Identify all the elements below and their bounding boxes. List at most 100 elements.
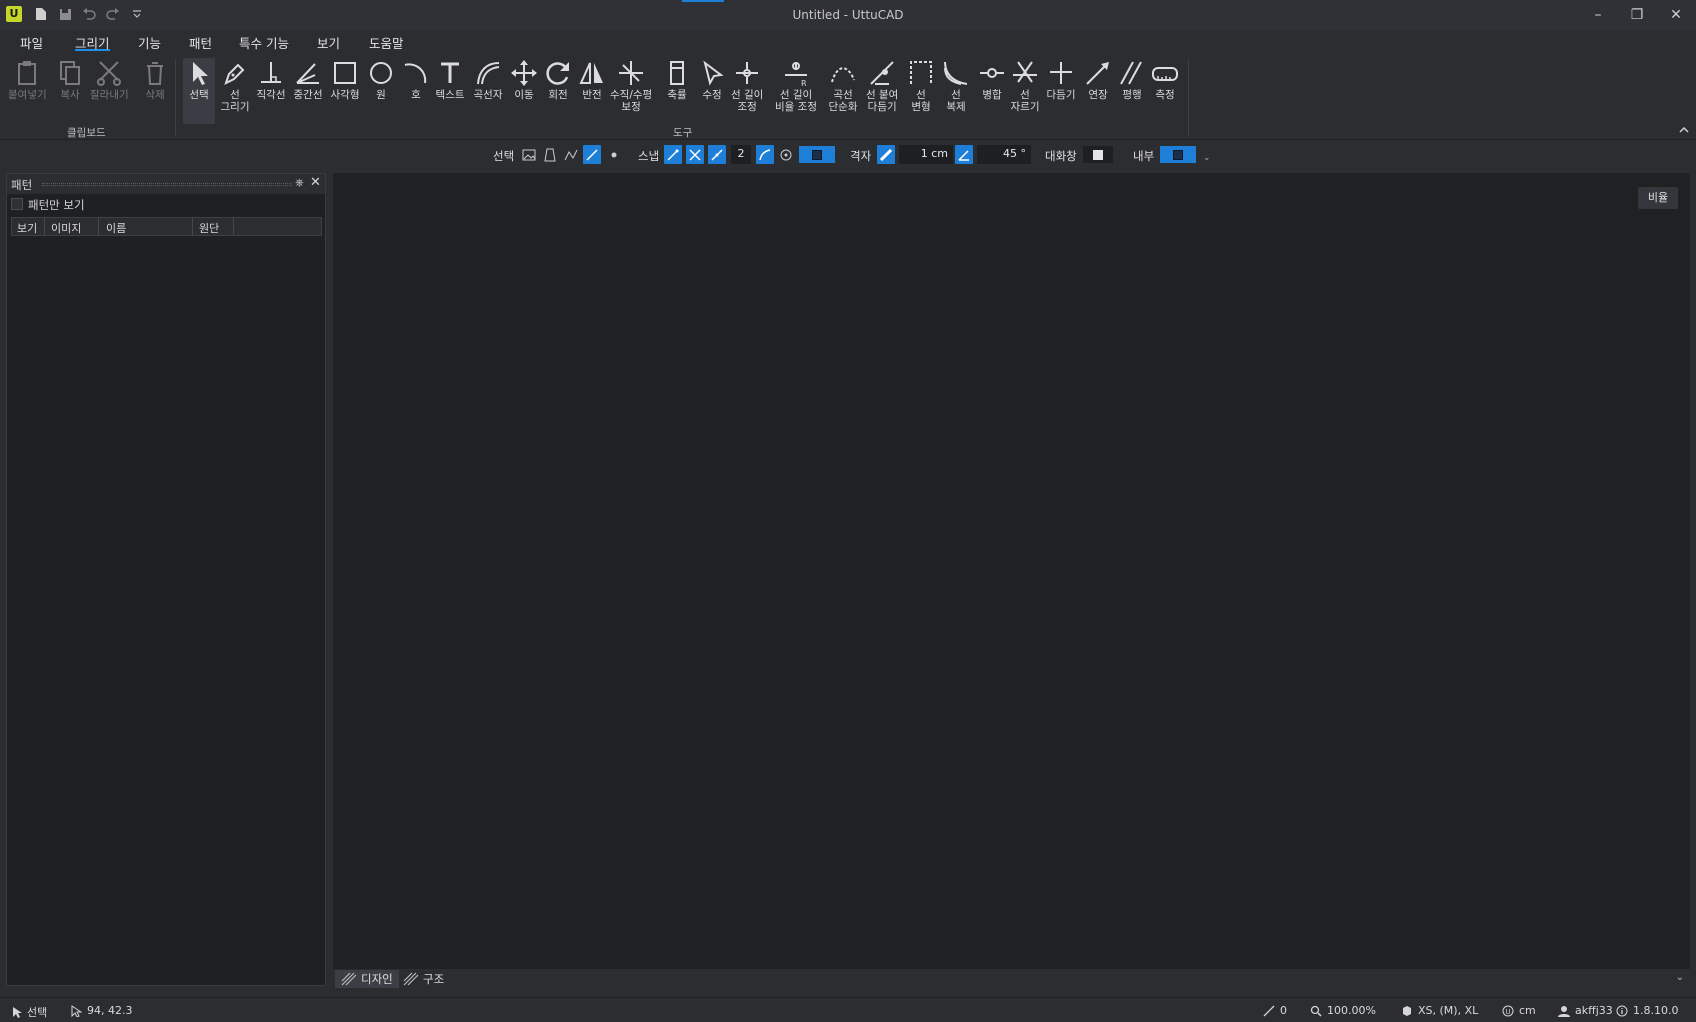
pointer-icon: [13, 1007, 22, 1018]
col-view[interactable]: 보기: [17, 220, 37, 236]
snap-divide-toggle[interactable]: [708, 145, 726, 164]
modify-button[interactable]: 수정: [697, 58, 727, 101]
cut-label: 잘라내기: [90, 89, 129, 101]
menu-pattern[interactable]: 패턴: [189, 33, 212, 51]
rectangle-button[interactable]: 사각형: [330, 58, 360, 101]
select-tool-button[interactable]: 선택: [183, 58, 215, 124]
curve-simplify-button[interactable]: 곡선 단순화: [828, 58, 858, 113]
circle-button[interactable]: 원: [366, 58, 396, 101]
col-divider[interactable]: [44, 218, 45, 235]
text-label: 텍스트: [435, 89, 465, 101]
move-arrows-icon: [511, 60, 537, 86]
menu-draw[interactable]: 그리기: [75, 33, 110, 51]
menu-file[interactable]: 파일: [20, 33, 43, 51]
restore-button[interactable]: ❐: [1617, 0, 1657, 30]
line-length-ratio-button[interactable]: R 선 길이 비율 조정: [775, 58, 817, 113]
move-button[interactable]: 이동: [509, 58, 539, 101]
line-copy-button[interactable]: 선 복제: [941, 58, 971, 113]
line-transform-label: 선 변형: [911, 89, 931, 113]
grid-size-field[interactable]: 1 cm: [899, 145, 953, 164]
angle-field[interactable]: 45 °: [977, 145, 1031, 164]
tape-measure-icon: [1152, 67, 1178, 81]
line-attach-button[interactable]: 선 붙여 다듬기: [866, 58, 898, 113]
pin-icon[interactable]: ⎈: [295, 176, 304, 190]
redo-icon[interactable]: [104, 5, 122, 23]
rotate-button[interactable]: 회전: [543, 58, 573, 101]
status-zoom-value: 100.00%: [1327, 1004, 1376, 1017]
measure-button[interactable]: 측정: [1150, 58, 1180, 101]
line-select-toggle[interactable]: [583, 145, 601, 164]
perpendicular-button[interactable]: 직각선: [256, 58, 286, 101]
vh-correct-button[interactable]: 수직/수평 보정: [610, 58, 652, 113]
design-canvas[interactable]: 비율: [333, 173, 1690, 969]
shrink-button[interactable]: 축률: [662, 58, 692, 101]
col-fabric[interactable]: 원단: [199, 220, 219, 236]
point-select-icon[interactable]: [605, 145, 623, 164]
angle-toggle[interactable]: [955, 145, 973, 164]
extend-button[interactable]: 연장: [1083, 58, 1113, 101]
curve-ruler-button[interactable]: 곡선자: [473, 58, 503, 101]
mirror-button[interactable]: 반전: [577, 58, 607, 101]
snap-count-field[interactable]: 2: [731, 145, 751, 164]
merge-button[interactable]: 병합: [977, 58, 1007, 101]
image-select-icon[interactable]: [520, 145, 538, 164]
status-version[interactable]: 1.8.10.0: [1616, 1004, 1678, 1017]
info-icon: [1616, 1005, 1628, 1016]
status-zoom[interactable]: 100.00%: [1310, 1004, 1376, 1017]
toolbar-overflow-icon[interactable]: ⌄: [1203, 153, 1211, 163]
line-length-button[interactable]: 선 길이 조정: [731, 58, 763, 113]
midline-button[interactable]: 중간선: [293, 58, 323, 101]
snap-center-icon[interactable]: [777, 145, 795, 164]
col-name[interactable]: 이름: [106, 220, 126, 236]
pattern-only-checkbox[interactable]: [11, 198, 23, 210]
tab-overflow-icon[interactable]: ⌄: [1676, 972, 1684, 983]
line-cut-button[interactable]: 선 자르기: [1010, 58, 1040, 113]
snap-endpoint-toggle[interactable]: [664, 145, 682, 164]
rotate-icon: [546, 62, 569, 85]
parallel-button[interactable]: 평행: [1117, 58, 1147, 101]
trim-button[interactable]: 다듬기: [1046, 58, 1076, 101]
panel-grip[interactable]: [42, 183, 292, 186]
arc-button[interactable]: 호: [401, 58, 431, 101]
collapse-ribbon-icon[interactable]: [1678, 124, 1690, 136]
snap-intersection-toggle[interactable]: [686, 145, 704, 164]
scale-button[interactable]: 비율: [1638, 187, 1678, 209]
draw-line-button[interactable]: 선 그리기: [220, 58, 250, 113]
grid-ruler-toggle[interactable]: [877, 145, 895, 164]
pattern-table-header: 보기 이미지 이름 원단: [11, 217, 322, 236]
new-file-icon[interactable]: [32, 5, 50, 23]
cut-button[interactable]: 잘라내기: [90, 58, 129, 101]
status-sizes[interactable]: XS, (M), XL: [1401, 1004, 1478, 1017]
snap-toggle[interactable]: [799, 146, 835, 163]
pattern-select-icon[interactable]: [541, 145, 559, 164]
menu-help[interactable]: 도움말: [369, 33, 404, 51]
status-mode-label: 선택: [27, 1006, 48, 1019]
polyline-select-icon[interactable]: [562, 145, 580, 164]
col-divider[interactable]: [233, 218, 234, 235]
inner-toggle[interactable]: [1160, 146, 1196, 163]
minimize-button[interactable]: –: [1578, 0, 1618, 30]
copy-button[interactable]: 복사: [55, 58, 85, 101]
delete-button[interactable]: 삭제: [140, 58, 170, 101]
status-user[interactable]: akffj33: [1558, 1004, 1613, 1017]
line-transform-button[interactable]: 선 변형: [906, 58, 936, 113]
paste-button[interactable]: 붙여넣기: [8, 58, 47, 101]
menu-special[interactable]: 특수 기능: [239, 33, 289, 51]
extend-icon: [1086, 62, 1109, 85]
snap-curve-toggle[interactable]: [756, 145, 774, 164]
save-icon[interactable]: [56, 5, 74, 23]
col-divider[interactable]: [98, 218, 99, 235]
col-divider[interactable]: [192, 218, 193, 235]
tab-design[interactable]: 디자인: [335, 970, 399, 988]
col-image[interactable]: 이미지: [51, 220, 81, 236]
text-button[interactable]: 텍스트: [435, 58, 465, 101]
status-unit[interactable]: U cm: [1502, 1004, 1536, 1017]
menu-function[interactable]: 기능: [138, 33, 161, 51]
close-window-button[interactable]: ✕: [1656, 0, 1696, 30]
close-panel-icon[interactable]: ✕: [310, 175, 321, 190]
tab-structure[interactable]: 구조: [397, 970, 450, 988]
dialog-toggle[interactable]: [1083, 146, 1113, 163]
undo-icon[interactable]: [80, 5, 98, 23]
menu-view[interactable]: 보기: [317, 33, 340, 51]
customize-quick-access-icon[interactable]: [128, 5, 146, 23]
